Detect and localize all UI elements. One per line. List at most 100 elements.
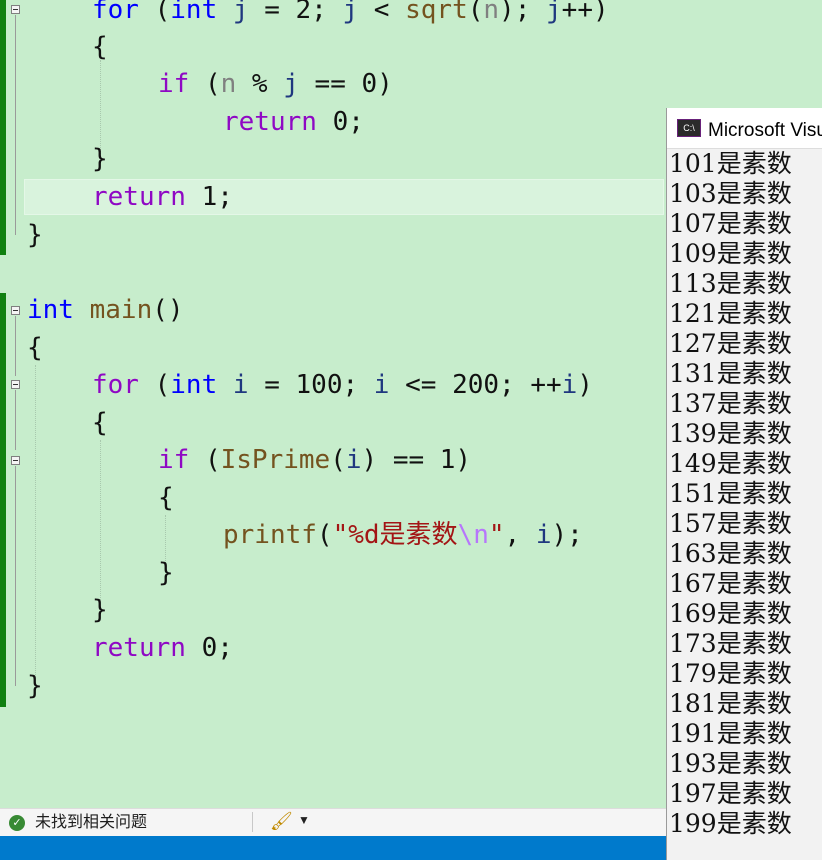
check-circle-icon[interactable]: ✓ [9,815,25,831]
console-output-line: 139是素数 [669,419,792,448]
code-token: ( [189,445,221,475]
console-output: 101是素数 103是素数 107是素数 109是素数 113是素数 121是素数 127是… [667,149,822,839]
code-line[interactable]: return 0; [223,104,364,141]
change-indicator-bar [0,0,6,255]
indent-guide [100,440,101,600]
code-line[interactable]: { [158,480,174,517]
console-output-line: 173是素数 [669,629,792,658]
fold-line [15,466,16,686]
code-token: % [236,69,284,99]
code-token: ( [189,69,221,99]
code-token: { [92,408,108,438]
code-line[interactable]: return 0; [92,630,233,667]
code-token: <= 200; ++ [389,370,562,400]
console-output-line: 101是素数 [669,149,792,178]
indent-guide [35,365,36,675]
code-line[interactable]: if (n % j == 0) [158,66,393,103]
code-line[interactable]: } [27,217,43,254]
code-token: for [92,370,139,400]
ide-status-strip [0,836,666,860]
console-output-line: 151是素数 [669,479,792,508]
code-token: ( [330,445,346,475]
code-token: } [92,595,108,625]
code-token: if [158,445,190,475]
code-line[interactable]: { [92,405,108,442]
collapse-toggle-icon[interactable] [11,380,20,389]
code-token: , [504,520,536,550]
fold-line [15,15,16,235]
code-line[interactable]: for (int i = 100; i <= 200; ++i) [92,367,593,404]
code-token: = 100; [248,370,374,400]
code-token: } [27,220,43,250]
console-output-line: 157是素数 [669,509,792,538]
code-line[interactable]: for (int j = 2; j < sqrt(n); j++) [92,0,609,29]
code-token: 1; [185,182,233,212]
code-line[interactable]: printf("%d是素数\n", i); [223,517,583,554]
console-titlebar[interactable]: C:\ Microsoft Visual Studio 调试控制台 [667,108,822,149]
code-token: j [283,69,299,99]
code-token: \n [457,520,489,550]
editor-status-bar: ✓ 未找到相关问题 🖌 ▼ [0,808,666,837]
code-token: return [92,182,186,212]
code-token: for [92,0,139,25]
code-line[interactable]: } [27,668,43,705]
code-token: if [158,69,190,99]
console-output-line: 199是素数 [669,809,792,838]
code-token: i [232,370,249,400]
console-output-line: 193是素数 [669,749,792,778]
code-token: } [158,558,174,588]
collapse-toggle-icon[interactable] [11,306,20,315]
console-output-line: 109是素数 [669,239,792,268]
chevron-down-icon[interactable]: ▼ [298,813,310,827]
status-divider [252,812,253,832]
code-token: ) [577,370,593,400]
console-output-line: 127是素数 [669,329,792,358]
console-app-icon: C:\ [677,119,701,137]
code-token: ); [551,520,583,550]
code-line[interactable]: } [158,555,174,592]
code-token: ) == 1) [361,445,472,475]
code-token: ); [499,0,547,25]
code-token: i [535,520,552,550]
code-token: n [483,0,500,25]
code-token: 0; [185,633,233,663]
console-title: Microsoft Visual Studio 调试控制台 [708,119,822,141]
fold-line [15,390,16,450]
code-token: j [232,0,249,25]
code-token: = 2; [248,0,343,25]
code-token: return [223,107,317,137]
code-cleanup-brush-icon[interactable]: 🖌 [270,811,293,832]
console-output-line: 107是素数 [669,209,792,238]
collapse-toggle-icon[interactable] [11,456,20,465]
code-token: () [152,295,184,325]
console-output-line: 113是素数 [669,269,792,298]
code-token: " [488,520,505,550]
issues-status-text[interactable]: 未找到相关问题 [35,812,147,834]
code-token: "%d是素数 [332,520,458,550]
code-token: IsPrime [220,445,331,475]
code-token: ( [138,0,171,25]
code-line[interactable]: { [92,29,108,66]
code-line[interactable]: } [92,141,108,178]
console-output-line: 163是素数 [669,539,792,568]
code-line[interactable]: { [27,330,43,367]
debug-console-window[interactable]: C:\ Microsoft Visual Studio 调试控制台 101是素数… [666,108,822,860]
code-line[interactable]: } [92,592,108,629]
code-token: int [170,0,218,25]
code-line[interactable]: int main() [27,292,184,329]
code-token: i [345,445,362,475]
console-output-line: 191是素数 [669,719,792,748]
code-line[interactable]: if (IsPrime(i) == 1) [158,442,471,479]
collapse-toggle-icon[interactable] [11,5,20,14]
console-output-line: 197是素数 [669,779,792,808]
code-token: main [89,295,153,325]
code-token: sqrt [405,0,468,25]
code-token: ++) [561,0,609,25]
console-output-line: 169是素数 [669,599,792,628]
code-token: } [27,671,43,701]
code-line[interactable]: return 1; [92,179,233,216]
code-token: ( [467,0,484,25]
